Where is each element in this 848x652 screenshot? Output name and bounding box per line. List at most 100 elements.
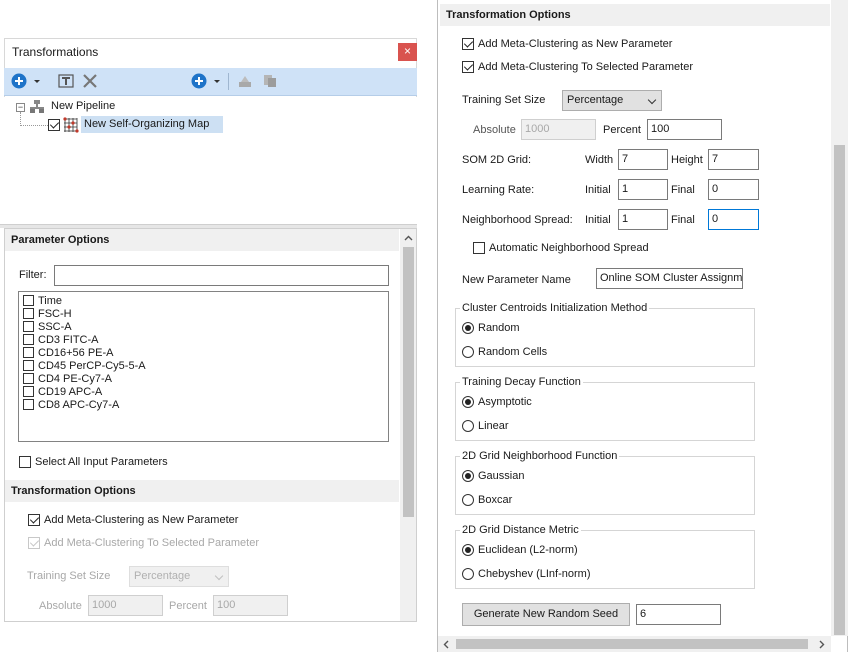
auto-spread-checkbox[interactable] [473,242,485,254]
horizontal-scrollbar[interactable] [438,636,831,652]
add-transformation-button[interactable] [11,73,41,91]
centroids-group-title: Cluster Centroids Initialization Method [460,302,650,314]
add-meta-new-checkbox[interactable] [462,38,474,50]
transformations-toolbar [4,68,417,96]
param-checkbox-cd45[interactable] [23,360,34,371]
radio-chebyshev[interactable] [462,568,474,580]
param-checkbox-fsc-h[interactable] [23,308,34,319]
plus-circle-icon [11,73,40,89]
width-input[interactable]: 7 [618,149,668,170]
move-down-icon [264,75,276,87]
radio-random-cells[interactable] [462,346,474,358]
param-checkbox-cd3[interactable] [23,334,34,345]
tree-child-item[interactable]: New Self-Organizing Map [81,116,223,133]
ns-initial-input[interactable]: 1 [618,209,668,230]
radio-asymptotic[interactable] [462,396,474,408]
close-button[interactable]: × [398,43,417,61]
parameter-list: Time FSC-H SSC-A CD3 FITC-A CD16+56 PE-A… [18,291,389,442]
radio-gaussian-label: Gaussian [478,470,525,482]
left-absolute-label: Absolute [39,600,82,612]
left-add-meta-selected-checkbox[interactable] [28,537,40,549]
param-checkbox-cd4[interactable] [23,373,34,384]
rename-button[interactable] [58,73,74,89]
close-icon: × [403,44,411,58]
scroll-up-icon [404,235,413,241]
left-training-set-size-select[interactable]: Percentage [129,566,229,587]
select-all-checkbox[interactable] [19,456,31,468]
ns-initial-label: Initial [585,214,611,226]
lr-initial-label: Initial [585,184,611,196]
add-meta-selected-label: Add Meta-Clustering To Selected Paramete… [478,61,694,73]
new-param-name-input[interactable]: Online SOM Cluster Assignment [596,268,743,289]
lr-initial-input[interactable]: 1 [618,179,668,200]
add-node-button[interactable] [191,73,221,91]
scroll-thumb[interactable] [834,145,845,635]
add-meta-selected-checkbox[interactable] [462,61,474,73]
radio-gaussian[interactable] [462,470,474,482]
tree-line [20,125,50,126]
left-absolute-input[interactable]: 1000 [88,595,163,616]
neighborhood-function-title: 2D Grid Neighborhood Function [460,450,620,462]
parameter-options-header: Parameter Options [5,229,399,251]
radio-boxcar[interactable] [462,494,474,506]
ns-final-input[interactable]: 0 [708,209,759,230]
scroll-right-icon [819,640,825,649]
left-vertical-scrollbar[interactable] [400,229,416,621]
add-meta-new-label: Add Meta-Clustering as New Parameter [478,38,673,50]
move-down-button[interactable] [262,73,278,89]
param-checkbox-cd19[interactable] [23,386,34,397]
delete-button[interactable] [82,73,98,89]
scroll-left-icon [443,640,449,649]
som-grid-label: SOM 2D Grid: [462,154,532,166]
training-set-size-label: Training Set Size [462,94,546,106]
decay-group [455,382,755,441]
seed-input[interactable]: 6 [636,604,721,625]
left-add-meta-new-checkbox[interactable] [28,514,40,526]
radio-chebyshev-label: Chebyshev (LInf-norm) [478,568,591,580]
distance-metric-title: 2D Grid Distance Metric [460,524,581,536]
radio-linear[interactable] [462,420,474,432]
param-label: CD16+56 PE-A [38,347,114,359]
right-options-panel: Transformation Options Add Meta-Clusteri… [437,0,848,652]
param-checkbox-ssc-a[interactable] [23,321,34,332]
param-label: CD8 APC-Cy7-A [38,399,120,411]
lr-final-input[interactable]: 0 [708,179,759,200]
radio-asymptotic-label: Asymptotic [478,396,532,408]
move-up-button[interactable] [237,73,253,89]
scroll-thumb[interactable] [456,639,808,649]
height-input[interactable]: 7 [708,149,759,170]
tree-line [20,112,21,126]
training-set-size-select[interactable]: Percentage [562,90,662,111]
param-checkbox-cd8[interactable] [23,399,34,410]
radio-linear-label: Linear [478,420,509,432]
radio-euclidean-label: Euclidean (L2-norm) [478,544,578,556]
radio-random[interactable] [462,322,474,334]
chevron-down-icon [214,571,224,581]
absolute-label: Absolute [473,124,516,136]
delete-x-icon [83,74,97,88]
text-rename-icon [58,74,74,88]
plus-circle-icon [191,73,220,89]
radio-random-cells-label: Random Cells [478,346,548,358]
radio-euclidean[interactable] [462,544,474,556]
lr-final-label: Final [671,184,695,196]
radio-boxcar-label: Boxcar [478,494,513,506]
param-checkbox-cd16[interactable] [23,347,34,358]
left-add-meta-selected-label: Add Meta-Clustering To Selected Paramete… [44,537,260,549]
right-vertical-scrollbar[interactable] [831,0,848,636]
scroll-thumb[interactable] [403,247,414,517]
absolute-input[interactable]: 1000 [521,119,596,140]
param-label: CD4 PE-Cy7-A [38,373,112,385]
param-label: CD19 APC-A [38,386,103,398]
generate-seed-button[interactable]: Generate New Random Seed [462,603,630,626]
tree-child-checkbox[interactable] [48,119,60,131]
tree-expander[interactable]: − [16,103,25,112]
left-add-meta-new-label: Add Meta-Clustering as New Parameter [44,514,239,526]
percent-input[interactable]: 100 [647,119,722,140]
left-percent-input[interactable]: 100 [213,595,288,616]
width-label: Width [585,154,614,166]
filter-input[interactable] [54,265,389,286]
param-checkbox-time[interactable] [23,295,34,306]
auto-spread-label: Automatic Neighborhood Spread [489,242,649,254]
tree-root-label[interactable]: New Pipeline [51,100,115,112]
